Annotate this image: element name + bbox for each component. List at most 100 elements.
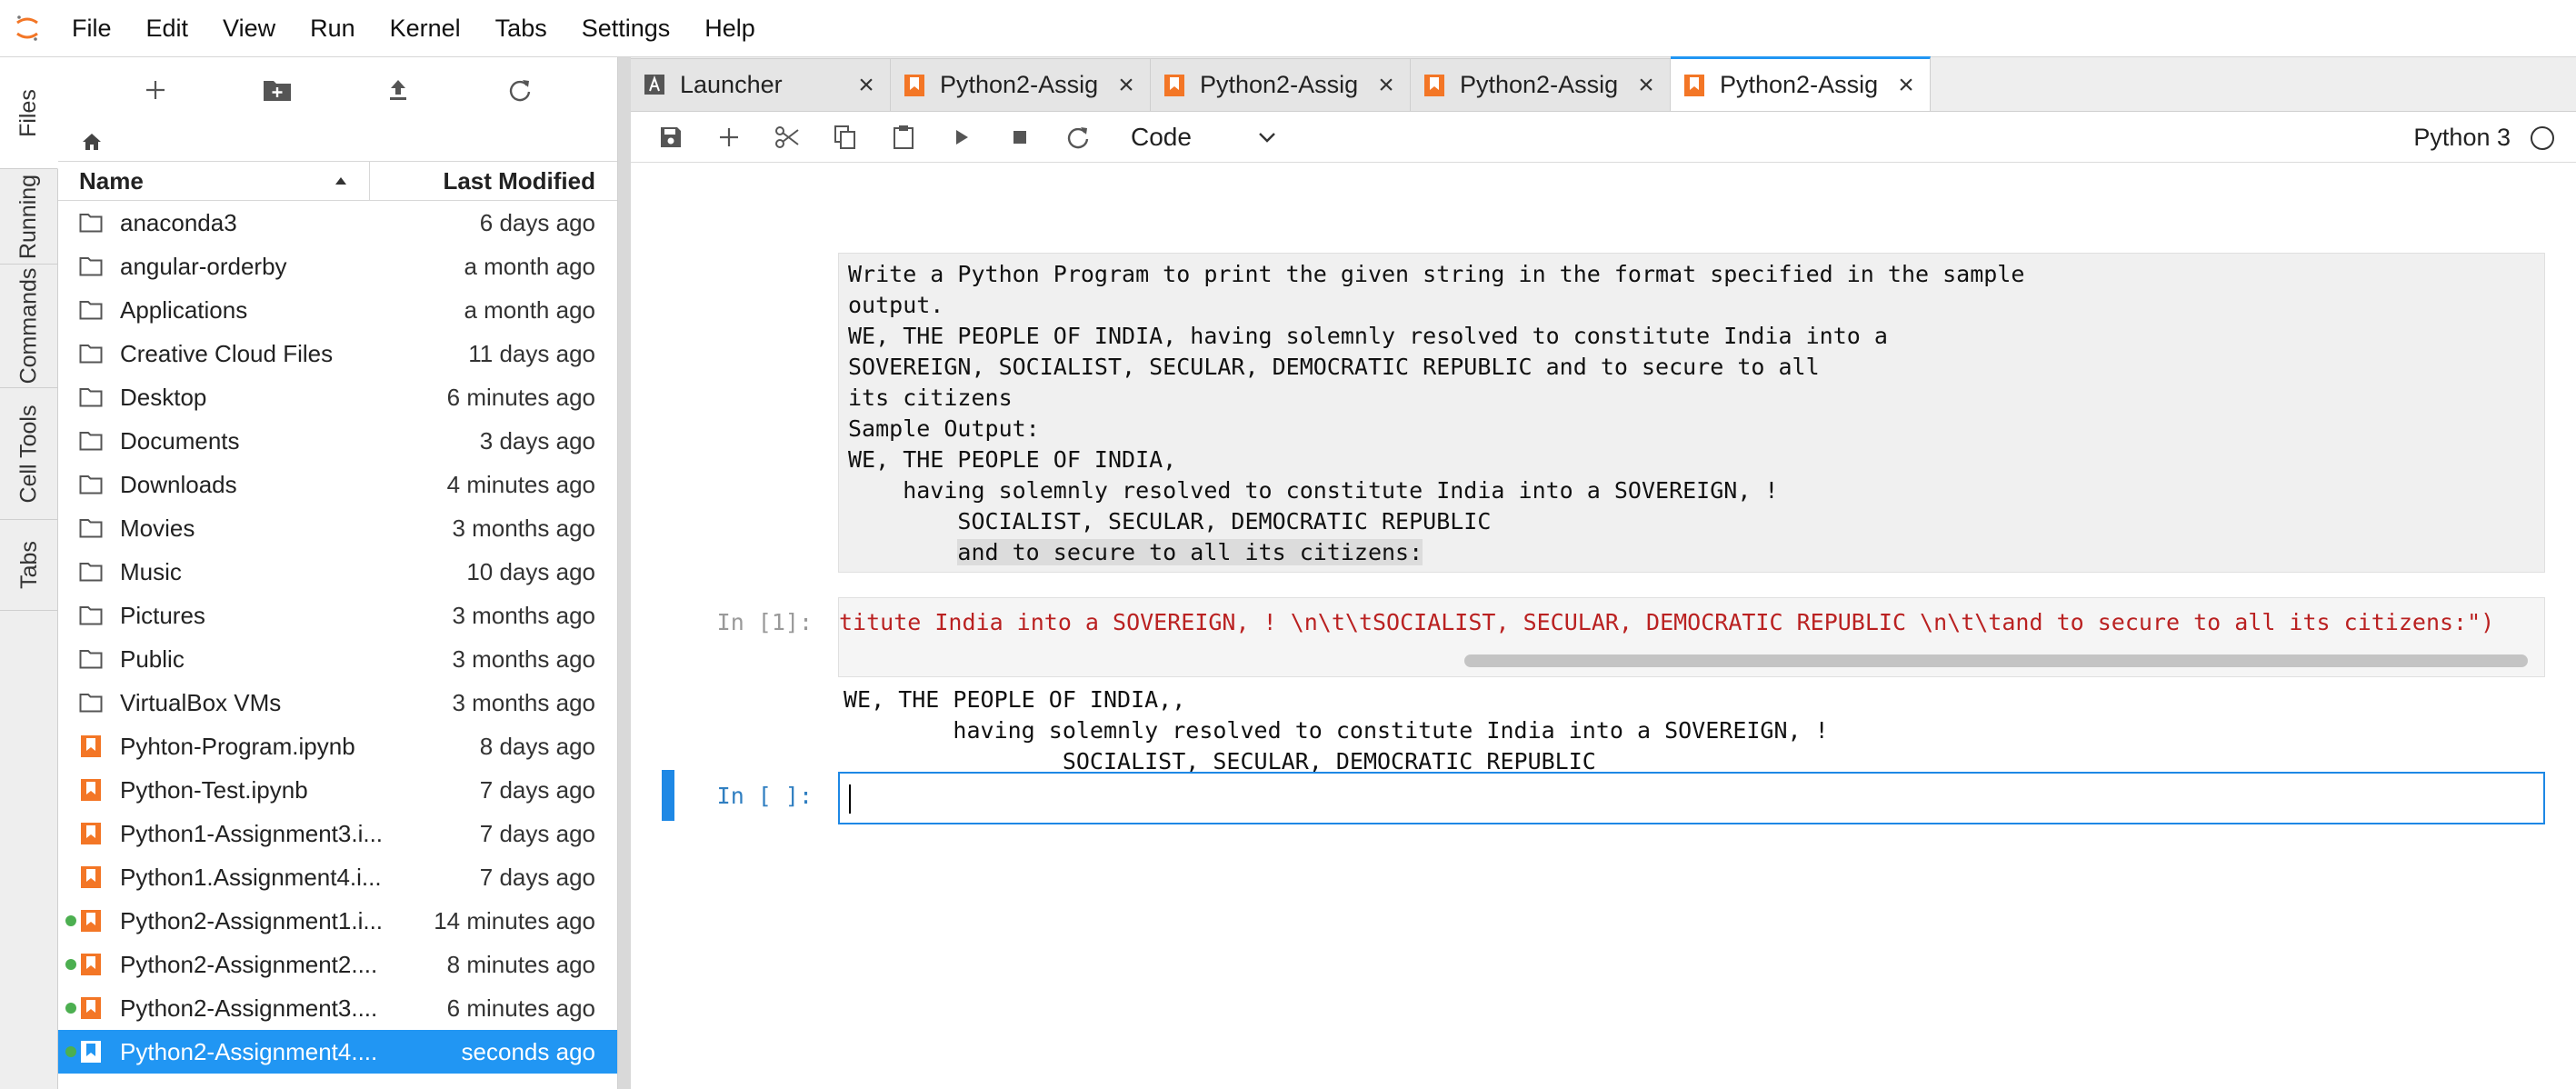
file-row[interactable]: Pictures 3 months ago [58,594,617,637]
markdown-line: output. [848,292,944,318]
folder-icon [78,559,104,584]
column-header-name-label: Name [79,166,144,195]
activity-tab-commands[interactable]: Commands [0,265,58,388]
activity-tab-tabs[interactable]: Tabs [0,520,58,611]
folder-icon [78,385,104,410]
file-name: Python2-Assignment2.... [120,950,378,978]
notebook-icon [78,821,104,846]
file-row[interactable]: Movies 3 months ago [58,506,617,550]
refresh-button[interactable] [500,70,540,110]
notebook-icon [78,952,104,977]
file-row[interactable]: Python1.Assignment4.i... 7 days ago [58,855,617,899]
menu-edit[interactable]: Edit [129,0,206,57]
file-row[interactable]: Python1-Assignment3.i... 7 days ago [58,812,617,855]
file-name: Applications [120,295,248,324]
file-modified: a month ago [464,252,595,280]
file-modified: 3 months ago [452,688,595,716]
file-modified: 8 minutes ago [446,950,595,978]
file-row[interactable]: anaconda3 6 days ago [58,201,617,245]
file-row[interactable]: Pyhton-Program.ipynb 8 days ago [58,724,617,768]
markdown-cell[interactable]: Write a Python Program to print the give… [838,253,2545,573]
file-row[interactable]: Desktop 6 minutes ago [58,375,617,419]
file-row[interactable]: Creative Cloud Files 11 days ago [58,332,617,375]
folder-icon [78,515,104,541]
file-row[interactable]: Applications a month ago [58,288,617,332]
horizontal-scrollbar[interactable] [1464,654,2528,667]
running-indicator-icon [65,1046,76,1057]
file-modified: seconds ago [461,1037,595,1065]
running-indicator-icon [65,915,76,926]
new-folder-button[interactable] [257,70,297,110]
new-launcher-button[interactable] [135,70,175,110]
file-browser-toolbar [58,57,617,123]
home-icon[interactable] [82,133,102,151]
menu-file[interactable]: File [55,0,129,57]
menu-help[interactable]: Help [687,0,773,57]
code-cell-input[interactable]: titute India into a SOVEREIGN, ! \n\t\tS… [838,597,2545,677]
file-row[interactable]: Python-Test.ipynb 7 days ago [58,768,617,812]
menu-tabs[interactable]: Tabs [478,0,564,57]
file-row[interactable]: Python2-Assignment3.... 6 minutes ago [58,986,617,1030]
markdown-line: its citizens [848,385,1013,411]
activity-tab-label: Running [15,174,42,259]
breadcrumb [58,123,617,161]
main-area: Launcher × Python2-Assig × Python2-Assig × Pyt… [631,56,2576,1089]
file-name: Pyhton-Program.ipynb [120,732,355,760]
file-modified: 3 days ago [479,426,595,455]
file-modified: 6 days ago [479,208,595,236]
markdown-source: Write a Python Program to print the give… [839,254,2544,574]
file-list-header: Name Last Modified [58,161,617,201]
activity-tab-label: Tabs [15,541,42,589]
code-cell-editor[interactable] [838,772,2545,824]
file-row[interactable]: Python2-Assignment4.... seconds ago [58,1030,617,1074]
file-row[interactable]: Downloads 4 minutes ago [58,463,617,506]
notebook-icon [78,734,104,759]
activity-tab-running[interactable]: Running [0,169,58,265]
menu-view[interactable]: View [205,0,293,57]
upload-icon [390,80,407,100]
file-modified: 11 days ago [468,339,595,367]
activity-tab-label: Cell Tools [15,405,42,503]
jupyter-logo-icon [0,0,55,57]
notebook-icon [78,995,104,1021]
file-name: anaconda3 [120,208,237,236]
file-row[interactable]: angular-orderby a month ago [58,245,617,288]
column-header-name[interactable]: Name [58,162,370,200]
notebook-icon [78,908,104,934]
file-name: Python1-Assignment3.i... [120,819,384,847]
activity-bar: Files Running Commands Cell Tools Tabs [0,57,58,1089]
file-name: Movies [120,514,195,542]
menu-kernel[interactable]: Kernel [373,0,478,57]
file-modified: 4 minutes ago [446,470,595,498]
file-name: angular-orderby [120,252,287,280]
file-modified: 10 days ago [466,557,595,585]
file-modified: 6 minutes ago [446,383,595,411]
menu-settings[interactable]: Settings [564,0,688,57]
file-row[interactable]: Documents 3 days ago [58,419,617,463]
refresh-icon [509,80,531,102]
file-modified: 7 days ago [479,819,595,847]
sort-ascending-icon [335,177,346,185]
markdown-line-selected: and to secure to all its citizens: [957,539,1423,565]
file-modified: 3 months ago [452,601,595,629]
activity-tab-label: Commands [15,267,42,385]
output-line: SOCIALIST, SECULAR, DEMOCRATIC REPUBLIC [844,748,1596,774]
file-row[interactable]: Python2-Assignment2.... 8 minutes ago [58,943,617,986]
upload-button[interactable] [378,70,418,110]
file-row[interactable]: Music 10 days ago [58,550,617,594]
file-row[interactable]: Python2-Assignment1.i... 14 minutes ago [58,899,617,943]
file-row[interactable]: Public 3 months ago [58,637,617,681]
column-header-modified[interactable]: Last Modified [370,162,617,200]
file-modified: 7 days ago [479,863,595,891]
menu-bar: File Edit View Run Kernel Tabs Settings … [0,0,2576,57]
panel-splitter[interactable] [618,57,631,1089]
file-row[interactable]: VirtualBox VMs 3 months ago [58,681,617,724]
file-name: Creative Cloud Files [120,339,334,367]
output-line: WE, THE PEOPLE OF INDIA,, [844,686,1186,713]
folder-icon [78,341,104,366]
activity-tab-files[interactable]: Files [0,57,58,169]
menu-run[interactable]: Run [293,0,373,57]
markdown-line: SOCIALIST, SECULAR, DEMOCRATIC REPUBLIC [848,508,1492,535]
activity-tab-cell-tools[interactable]: Cell Tools [0,388,58,520]
file-name: Pictures [120,601,205,629]
